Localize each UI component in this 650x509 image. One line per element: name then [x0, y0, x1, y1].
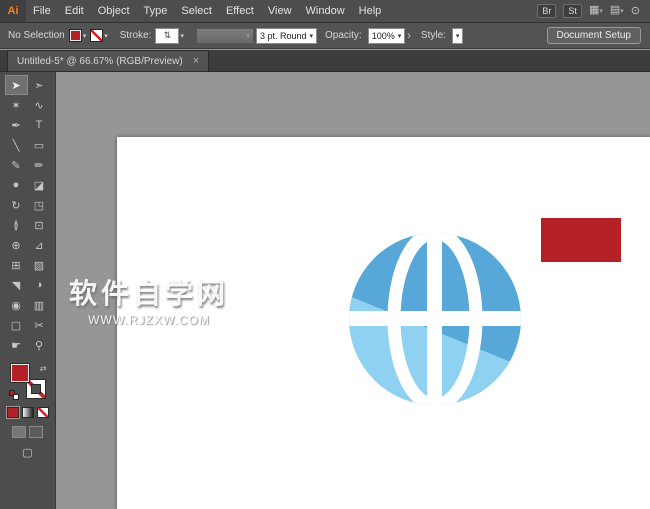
fill-dropdown-icon[interactable]: ▾: [83, 32, 87, 40]
eraser-tool[interactable]: ◪: [28, 175, 51, 195]
artboard-tool[interactable]: ▢: [5, 315, 28, 335]
draw-normal-button[interactable]: [12, 426, 26, 438]
pencil-tool[interactable]: ✏: [28, 155, 51, 175]
power-icon[interactable]: ⊙: [631, 0, 640, 22]
color-button[interactable]: [6, 407, 19, 418]
stroke-color-swatch[interactable]: [90, 29, 104, 42]
stroke-dropdown-icon[interactable]: ▾: [104, 32, 108, 40]
menu-select[interactable]: Select: [174, 0, 219, 22]
brush-definition-value: 3 pt. Round: [259, 30, 307, 41]
menu-file[interactable]: File: [26, 0, 58, 22]
stock-button[interactable]: St: [563, 4, 582, 18]
menu-window[interactable]: Window: [299, 0, 352, 22]
direct-selection-tool[interactable]: ➣: [28, 75, 51, 95]
chevron-down-icon: ▾: [309, 32, 313, 40]
fill-color-swatch[interactable]: [68, 29, 82, 42]
blob-brush-tool[interactable]: ●: [5, 175, 28, 195]
tool-grid: ➤ ➣ ✶ ∿ ✒ T ╲ ▭ ✎ ✏ ● ◪ ↻ ◳ ≬ ⊡ ⊕ ⊿ ⊞ ▨ …: [4, 75, 51, 355]
menu-effect[interactable]: Effect: [219, 0, 261, 22]
stroke-weight-dropdown-icon[interactable]: ▾: [180, 32, 184, 40]
menu-type[interactable]: Type: [137, 0, 175, 22]
document-tab[interactable]: Untitled-5* @ 66.67% (RGB/Preview) ×: [7, 50, 210, 71]
pen-tool[interactable]: ✒: [5, 115, 28, 135]
drawing-modes-row: [12, 426, 43, 438]
width-tool[interactable]: ≬: [5, 215, 28, 235]
tools-panel: ➤ ➣ ✶ ∿ ✒ T ╲ ▭ ✎ ✏ ● ◪ ↻ ◳ ≬ ⊡ ⊕ ⊿ ⊞ ▨ …: [0, 72, 56, 509]
symbol-sprayer-tool[interactable]: ◉: [5, 295, 28, 315]
column-graph-tool[interactable]: ▥: [28, 295, 51, 315]
gradient-button[interactable]: [21, 407, 34, 418]
red-rectangle: [541, 218, 621, 262]
line-segment-tool[interactable]: ╲: [5, 135, 28, 155]
globe-center-meridian: [427, 233, 442, 405]
rectangle-tool[interactable]: ▭: [28, 135, 51, 155]
stroke-label: Stroke:: [119, 30, 152, 41]
document-tab-title: Untitled-5* @ 66.67% (RGB/Preview): [17, 55, 183, 67]
default-fill-stroke-icon[interactable]: [8, 390, 19, 400]
opacity-label: Opacity:: [325, 30, 362, 41]
style-dropdown[interactable]: ▾: [451, 27, 464, 44]
scale-tool[interactable]: ◳: [28, 195, 51, 215]
free-transform-tool[interactable]: ⊡: [28, 215, 51, 235]
hand-tool[interactable]: ☛: [5, 335, 28, 355]
blend-tool[interactable]: ◑: [28, 275, 51, 295]
illustrator-logo: Ai: [0, 0, 26, 22]
close-icon[interactable]: ×: [193, 56, 199, 67]
red-rectangle-artwork[interactable]: [541, 218, 621, 262]
none-button[interactable]: [36, 407, 49, 418]
chevron-down-icon: ▾: [455, 32, 460, 40]
menu-help[interactable]: Help: [352, 0, 389, 22]
fill-stroke-swatches: ⇄: [8, 363, 47, 400]
selection-tool[interactable]: ➤: [4, 75, 28, 95]
draw-behind-button[interactable]: [29, 426, 43, 438]
fill-swatch[interactable]: [9, 363, 30, 383]
document-setup-button[interactable]: Document Setup: [546, 27, 641, 44]
screen-mode-button[interactable]: ▢: [22, 446, 32, 459]
gradient-tool[interactable]: ▨: [28, 255, 51, 275]
brush-definition-dropdown[interactable]: 3 pt. Round ▾: [255, 27, 317, 44]
variable-width-profile-dropdown: ▾: [195, 27, 254, 44]
selection-status-label: No Selection: [8, 30, 65, 41]
canvas-pasteboard[interactable]: 软件自学网 WWW.RJZXW.COM: [57, 72, 650, 509]
default-stroke-chip: [12, 394, 19, 400]
eyedropper-tool[interactable]: ◥: [5, 275, 28, 295]
slice-tool[interactable]: ✂: [28, 315, 51, 335]
bridge-button[interactable]: Br: [537, 4, 557, 18]
paintbrush-tool[interactable]: ✎: [5, 155, 28, 175]
chevron-down-icon: ▾: [397, 32, 402, 40]
menu-view[interactable]: View: [261, 0, 299, 22]
rotate-tool[interactable]: ↻: [5, 195, 28, 215]
style-label: Style:: [420, 30, 446, 41]
magic-wand-tool[interactable]: ✶: [5, 95, 28, 115]
lasso-tool[interactable]: ∿: [28, 95, 51, 115]
control-bar: No Selection ▾ ▾ Stroke: ⇅ ▾ ▾ 3 pt. Rou…: [0, 23, 650, 49]
chevron-down-icon: ▾: [246, 32, 250, 40]
artboard[interactable]: [117, 137, 650, 509]
opacity-panel-chevron-icon[interactable]: ›: [407, 30, 411, 42]
type-tool[interactable]: T: [28, 115, 51, 135]
shape-builder-tool[interactable]: ⊕: [5, 235, 28, 255]
menu-object[interactable]: Object: [91, 0, 137, 22]
stroke-weight-stepper[interactable]: ⇅: [155, 27, 180, 44]
menu-bar: Ai File Edit Object Type Select Effect V…: [0, 0, 650, 23]
globe-logo-artwork[interactable]: [347, 231, 523, 407]
zoom-tool[interactable]: ⚲: [28, 335, 51, 355]
arrange-documents-icon[interactable]: ▦▾: [589, 0, 603, 23]
perspective-grid-tool[interactable]: ⊿: [28, 235, 51, 255]
mesh-tool[interactable]: ⊞: [5, 255, 28, 275]
document-tab-bar: Untitled-5* @ 66.67% (RGB/Preview) ×: [0, 50, 650, 72]
opacity-value: 100%: [371, 30, 395, 41]
menu-edit[interactable]: Edit: [58, 0, 91, 22]
swap-fill-stroke-icon[interactable]: ⇄: [40, 364, 47, 373]
workspace-switcher-icon[interactable]: ▤▾: [610, 0, 624, 23]
menu-bar-right: Br St ▦▾ ▤▾ ⊙: [537, 0, 650, 23]
opacity-dropdown[interactable]: 100% ▾: [367, 27, 406, 44]
color-mode-row: [6, 407, 49, 418]
